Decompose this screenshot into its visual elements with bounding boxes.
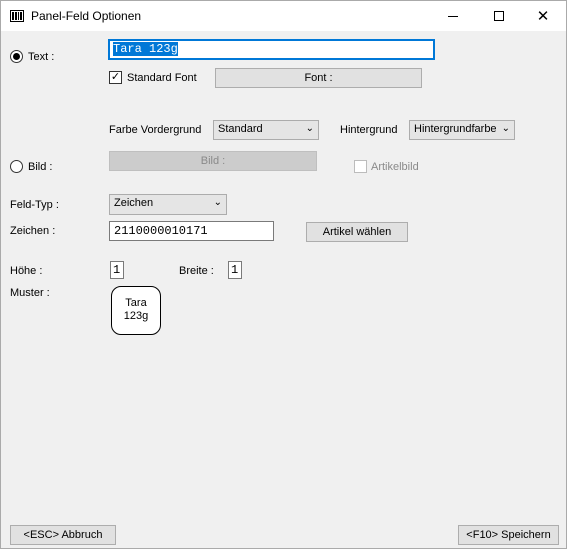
- font-button[interactable]: Font :: [215, 68, 422, 88]
- window-title: Panel-Feld Optionen: [31, 9, 142, 23]
- image-button[interactable]: Bild :: [109, 151, 317, 171]
- article-image-checkbox[interactable]: [354, 160, 367, 173]
- close-button[interactable]: ✕: [520, 1, 566, 31]
- select-article-button[interactable]: Artikel wählen: [306, 222, 408, 242]
- chevron-down-icon: ⌄: [213, 197, 222, 208]
- width-input[interactable]: 1: [228, 261, 242, 279]
- foreground-select[interactable]: Standard ⌄: [213, 120, 319, 140]
- field-type-value: Zeichen: [114, 197, 154, 209]
- cancel-button[interactable]: <ESC> Abbruch: [10, 525, 116, 545]
- field-type-label: Feld-Typ :: [10, 199, 59, 211]
- minimize-icon: [448, 15, 458, 17]
- chevron-down-icon: ⌄: [305, 123, 314, 134]
- background-select[interactable]: Hintergrundfarbe ⌄: [409, 120, 515, 140]
- field-type-select[interactable]: Zeichen ⌄: [109, 194, 227, 215]
- pattern-preview: Tara 123g: [111, 286, 161, 335]
- chevron-down-icon: ⌄: [501, 123, 510, 134]
- foreground-label: Farbe Vordergrund: [109, 124, 202, 136]
- background-value: Hintergrundfarbe: [414, 123, 497, 135]
- foreground-value: Standard: [218, 123, 263, 135]
- pattern-line-1: Tara: [125, 297, 147, 309]
- text-input[interactable]: Tara 123g: [108, 39, 435, 60]
- maximize-icon: [494, 11, 504, 21]
- pattern-label: Muster :: [10, 287, 50, 299]
- characters-label: Zeichen :: [10, 225, 56, 237]
- standard-font-label: Standard Font: [127, 72, 197, 84]
- save-button[interactable]: <F10> Speichern: [458, 525, 559, 545]
- title-bar: Panel-Feld Optionen ✕: [1, 1, 566, 31]
- minimize-button[interactable]: [430, 1, 476, 31]
- height-input[interactable]: 1: [110, 261, 124, 279]
- height-label: Höhe :: [10, 265, 43, 277]
- image-radio-label: Bild :: [28, 161, 53, 173]
- width-label: Breite :: [179, 265, 214, 277]
- pattern-line-2: 123g: [123, 310, 149, 322]
- background-label: Hintergrund: [340, 124, 398, 136]
- characters-input[interactable]: 2110000010171: [109, 221, 274, 241]
- close-icon: ✕: [536, 7, 550, 25]
- text-radio-label: Text :: [28, 51, 55, 63]
- standard-font-checkbox[interactable]: ✓: [109, 71, 122, 84]
- article-image-label: Artikelbild: [371, 161, 419, 173]
- text-input-value: Tara 123g: [113, 42, 178, 56]
- app-icon: [10, 10, 24, 22]
- text-radio[interactable]: [10, 50, 23, 63]
- dialog-window: Panel-Feld Optionen ✕ Text : Tara 123g ✓…: [0, 0, 567, 549]
- image-radio[interactable]: [10, 160, 23, 173]
- maximize-button[interactable]: [476, 1, 522, 31]
